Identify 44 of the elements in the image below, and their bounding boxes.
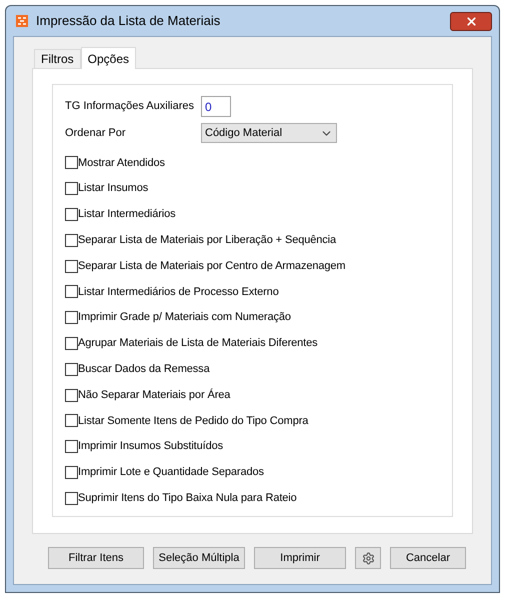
app-logo-icon — [16, 15, 28, 27]
checkbox-label: Listar Insumos — [78, 181, 148, 196]
checkbox-label: Mostrar Atendidos — [78, 156, 165, 171]
checkbox-label: Listar Intermediários de Processo Externo — [78, 284, 279, 300]
checkbox[interactable] — [65, 466, 78, 479]
checkbox-label: Buscar Dados da Remessa — [78, 362, 210, 378]
checkbox-label: Suprimir Itens do Tipo Baixa Nula para Rateio — [78, 491, 297, 506]
window-title: Impressão da Lista de Materiais — [36, 12, 220, 30]
checkbox[interactable] — [65, 285, 78, 298]
dialog-button[interactable]: Filtrar Itens — [48, 547, 144, 569]
close-button[interactable] — [450, 12, 492, 30]
checkbox-label: Não Separar Materiais por Área — [78, 388, 230, 403]
checkbox-label: Imprimir Insumos Substituídos — [78, 439, 224, 454]
checkbox[interactable] — [65, 234, 78, 247]
checkbox[interactable] — [65, 182, 78, 196]
checkbox[interactable] — [65, 440, 78, 454]
checkbox[interactable] — [65, 362, 78, 376]
checkbox-label: Imprimir Grade p/ Materiais com Numeração — [78, 310, 291, 326]
checkbox[interactable] — [65, 336, 78, 350]
tab[interactable]: Filtros — [34, 49, 81, 68]
checkbox[interactable] — [65, 414, 78, 428]
dropdown[interactable]: Código Material — [201, 123, 337, 143]
dialog-button[interactable]: Cancelar — [390, 547, 466, 569]
checkbox[interactable] — [65, 260, 78, 273]
dialog-button[interactable]: Seleção Múltipla — [153, 547, 245, 569]
field-label: TG Informações Auxiliares — [65, 99, 195, 114]
close-icon — [464, 14, 478, 28]
settings-icon — [362, 552, 374, 564]
checkbox[interactable] — [65, 492, 78, 505]
checkbox-label: Imprimir Lote e Quantidade Separados — [78, 465, 264, 480]
checkbox[interactable] — [65, 156, 78, 170]
tab[interactable]: Opções — [80, 47, 136, 69]
settings-button[interactable] — [355, 547, 381, 569]
field-label: Ordenar Por — [65, 126, 127, 141]
checkbox[interactable] — [65, 208, 78, 221]
checkbox-label: Separar Lista de Materiais por Liberação + Sequência — [78, 233, 336, 248]
input-field[interactable]: 0 — [201, 96, 231, 117]
checkbox[interactable] — [65, 388, 78, 402]
checkbox-label: Listar Intermediários — [78, 207, 176, 222]
checkbox-label: Separar Lista de Materiais por Centro de Armazenagem — [78, 258, 346, 274]
checkbox[interactable] — [65, 311, 78, 324]
checkbox-label: Listar Somente Itens de Pedido do Tipo Compra — [78, 414, 308, 429]
dialog-button[interactable]: Imprimir — [254, 547, 346, 569]
checkbox-label: Agrupar Materiais de Lista de Materiais Diferentes — [78, 336, 318, 352]
